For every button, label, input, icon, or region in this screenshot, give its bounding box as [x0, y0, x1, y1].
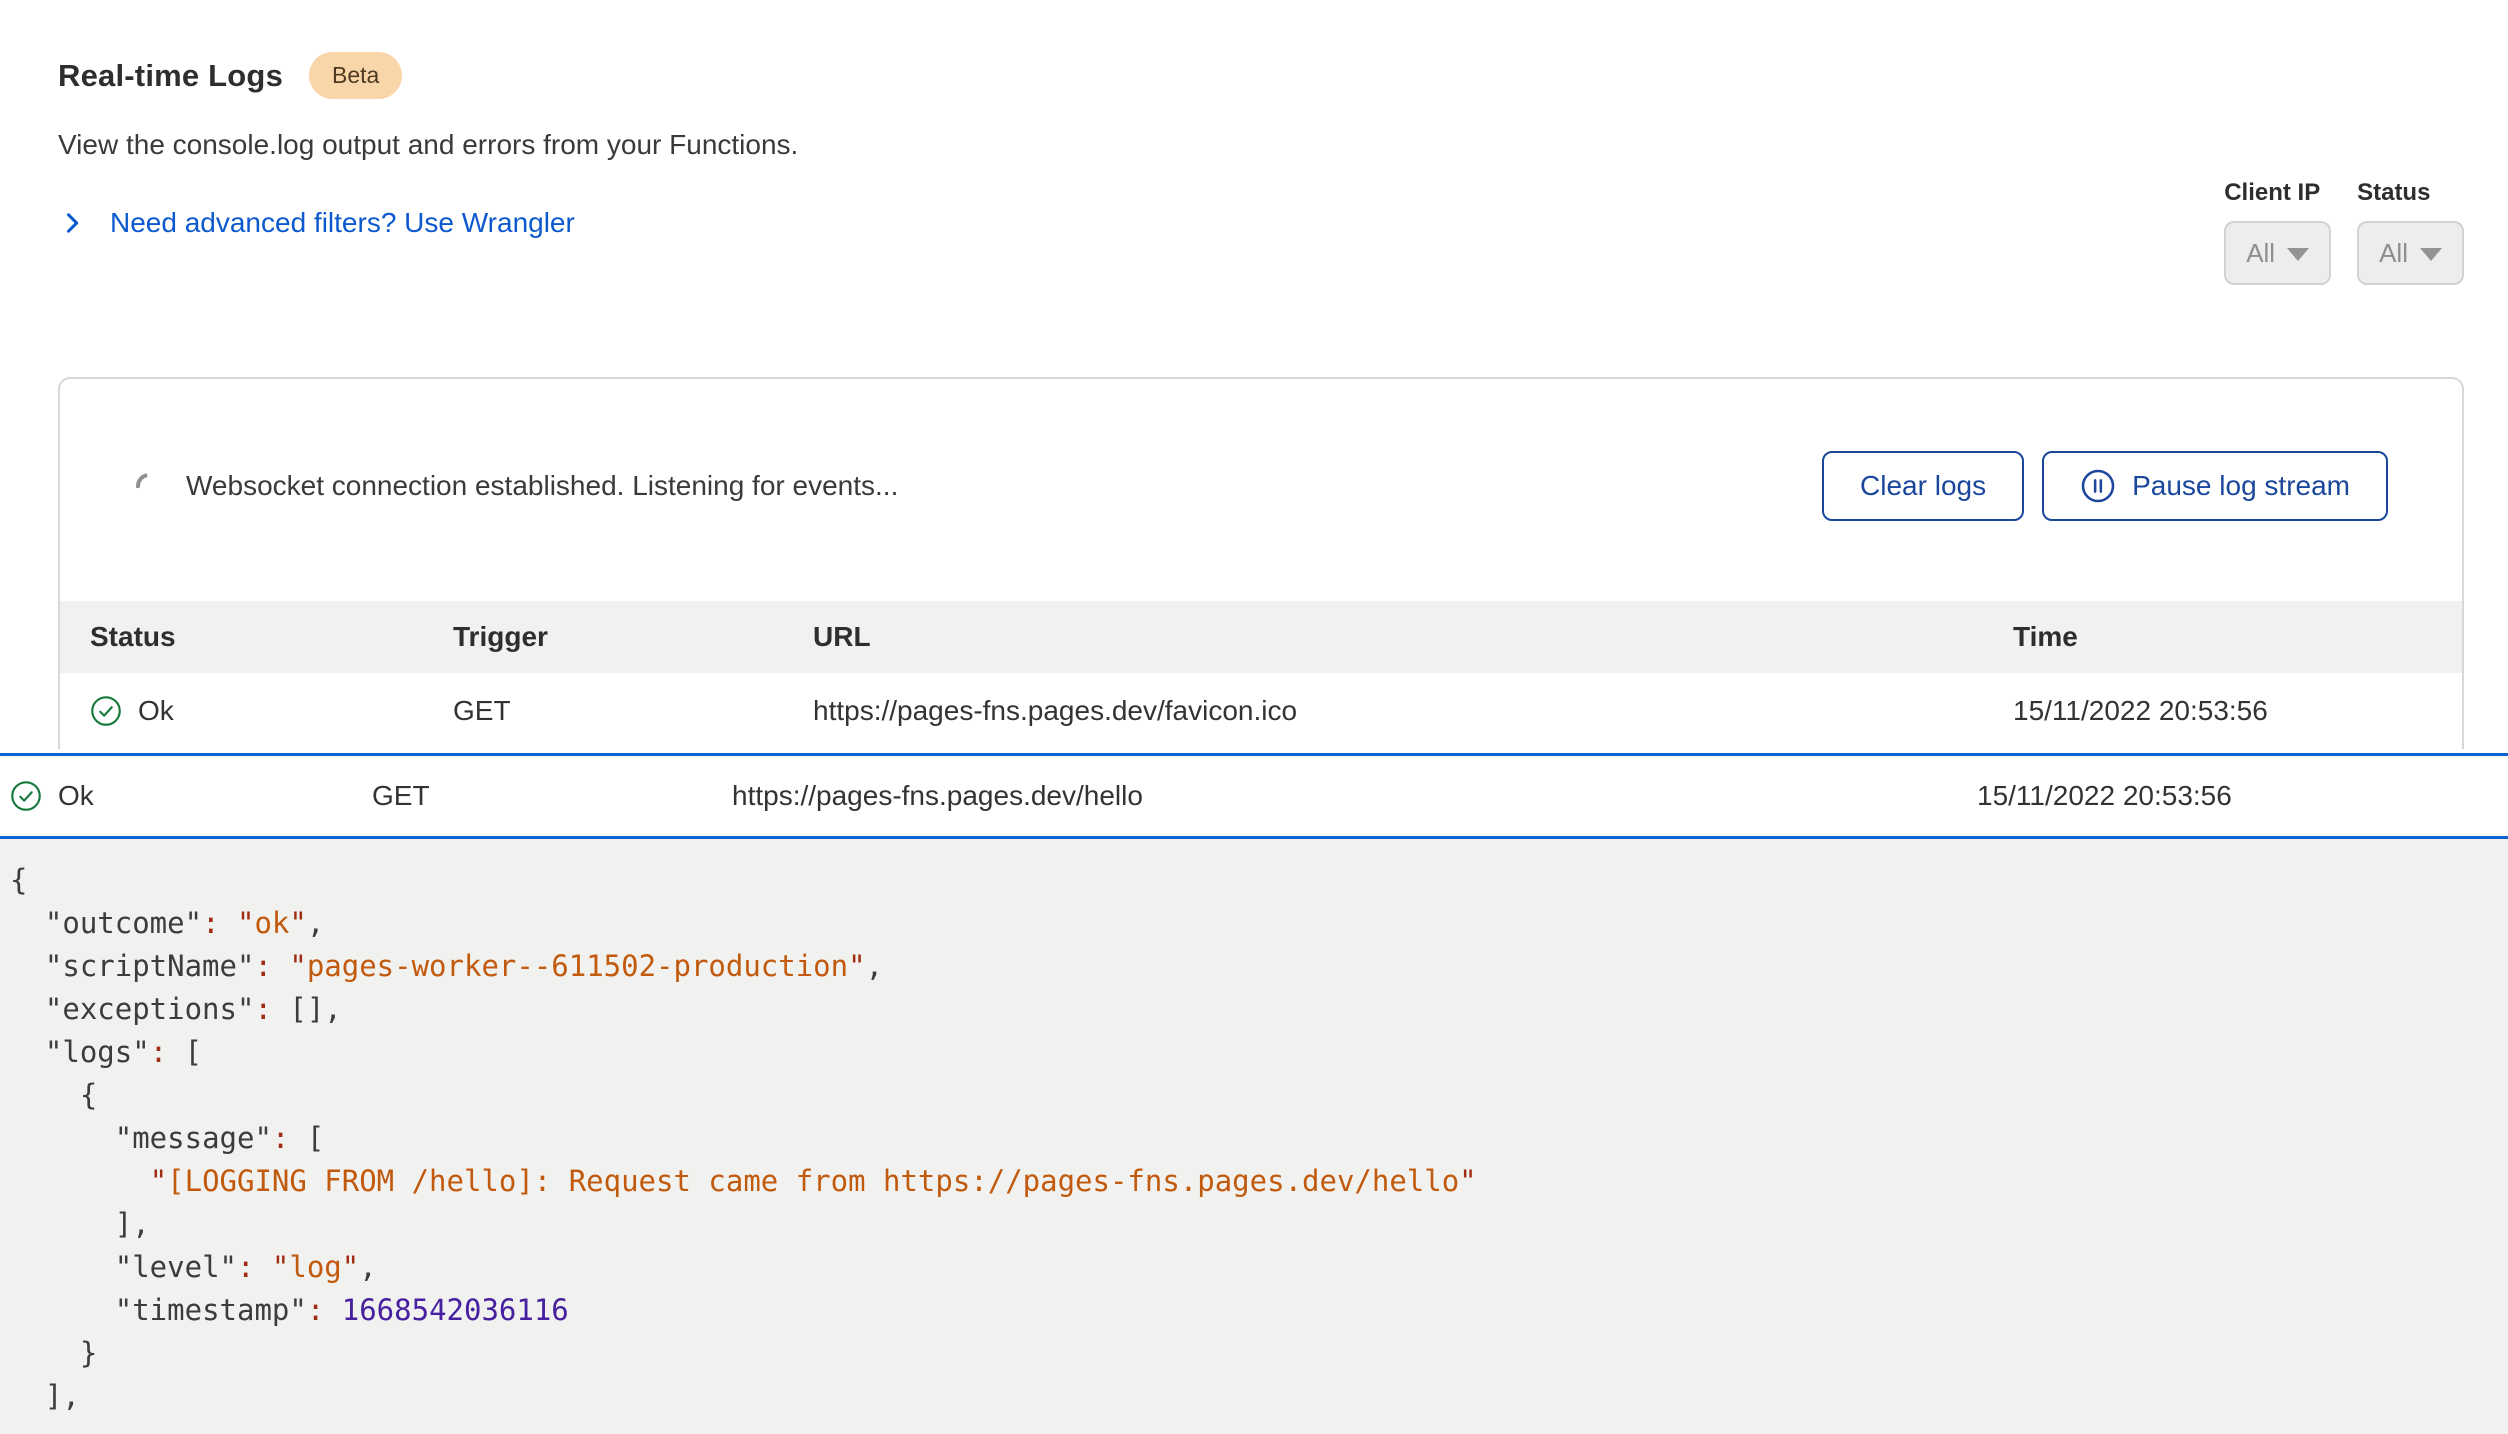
- column-header-status: Status: [90, 621, 453, 653]
- log-entry-detail: { "outcome": "ok", "scriptName": "pages-…: [0, 839, 2508, 1434]
- websocket-status: Websocket connection established. Listen…: [136, 470, 898, 502]
- clear-logs-button[interactable]: Clear logs: [1822, 451, 2024, 521]
- filter-client-ip-value: All: [2246, 238, 2275, 269]
- filter-client-ip-dropdown[interactable]: All: [2224, 221, 2331, 285]
- page-title: Real-time Logs: [58, 58, 283, 94]
- column-header-time: Time: [2013, 621, 2432, 653]
- filter-client-ip-label: Client IP: [2224, 179, 2320, 207]
- time-cell: 15/11/2022 20:53:56: [2013, 695, 2432, 727]
- filter-status-label: Status: [2357, 179, 2430, 207]
- log-detail-json: { "outcome": "ok", "scriptName": "pages-…: [10, 859, 2497, 1418]
- time-cell: 15/11/2022 20:53:56: [1977, 780, 2507, 812]
- status-cell: Ok: [90, 695, 453, 727]
- chevron-right-icon: [58, 209, 86, 237]
- log-table-header: Status Trigger URL Time: [60, 601, 2462, 673]
- check-circle-icon: [90, 695, 122, 727]
- page-header: Real-time Logs Beta View the console.log…: [0, 0, 2508, 285]
- status-cell: Ok: [10, 780, 372, 812]
- filter-status: Status All: [2357, 179, 2464, 285]
- check-circle-icon: [10, 780, 42, 812]
- title-row: Real-time Logs Beta: [58, 52, 2464, 99]
- wrangler-link[interactable]: Need advanced filters? Use Wrangler: [58, 207, 575, 239]
- filters: Client IP All Status All: [2224, 179, 2464, 285]
- filter-row: Need advanced filters? Use Wrangler Clie…: [58, 179, 2464, 285]
- filter-client-ip: Client IP All: [2224, 179, 2331, 285]
- trigger-cell: GET: [453, 695, 813, 727]
- realtime-logs-page: Real-time Logs Beta View the console.log…: [0, 0, 2508, 1434]
- page-subtitle: View the console.log output and errors f…: [58, 129, 2464, 161]
- clear-logs-label: Clear logs: [1860, 470, 1986, 502]
- filter-status-value: All: [2379, 238, 2408, 269]
- pause-log-stream-label: Pause log stream: [2132, 470, 2350, 502]
- trigger-cell: GET: [372, 780, 732, 812]
- column-header-url: URL: [813, 621, 2013, 653]
- caret-down-icon: [2287, 248, 2309, 261]
- status-text: Ok: [58, 780, 94, 812]
- filter-status-dropdown[interactable]: All: [2357, 221, 2464, 285]
- pause-log-stream-button[interactable]: Pause log stream: [2042, 451, 2388, 521]
- spinner-icon: [131, 468, 167, 504]
- websocket-status-text: Websocket connection established. Listen…: [186, 470, 898, 502]
- toolbar-buttons: Clear logs Pause log stream: [1822, 451, 2388, 521]
- beta-badge: Beta: [309, 52, 402, 99]
- log-row-hello-selected[interactable]: Ok GET https://pages-fns.pages.dev/hello…: [0, 753, 2508, 839]
- status-text: Ok: [138, 695, 174, 727]
- url-cell: https://pages-fns.pages.dev/hello: [732, 780, 1977, 812]
- pause-circle-icon: [2080, 468, 2116, 504]
- log-row-favicon[interactable]: Ok GET https://pages-fns.pages.dev/favic…: [60, 673, 2462, 749]
- log-panel-toolbar: Websocket connection established. Listen…: [60, 379, 2462, 601]
- url-cell: https://pages-fns.pages.dev/favicon.ico: [813, 695, 2013, 727]
- log-panel: Websocket connection established. Listen…: [58, 377, 2464, 749]
- caret-down-icon: [2420, 248, 2442, 261]
- wrangler-link-label: Need advanced filters? Use Wrangler: [110, 207, 575, 239]
- column-header-trigger: Trigger: [453, 621, 813, 653]
- expanded-log-entry: Ok GET https://pages-fns.pages.dev/hello…: [0, 753, 2508, 1434]
